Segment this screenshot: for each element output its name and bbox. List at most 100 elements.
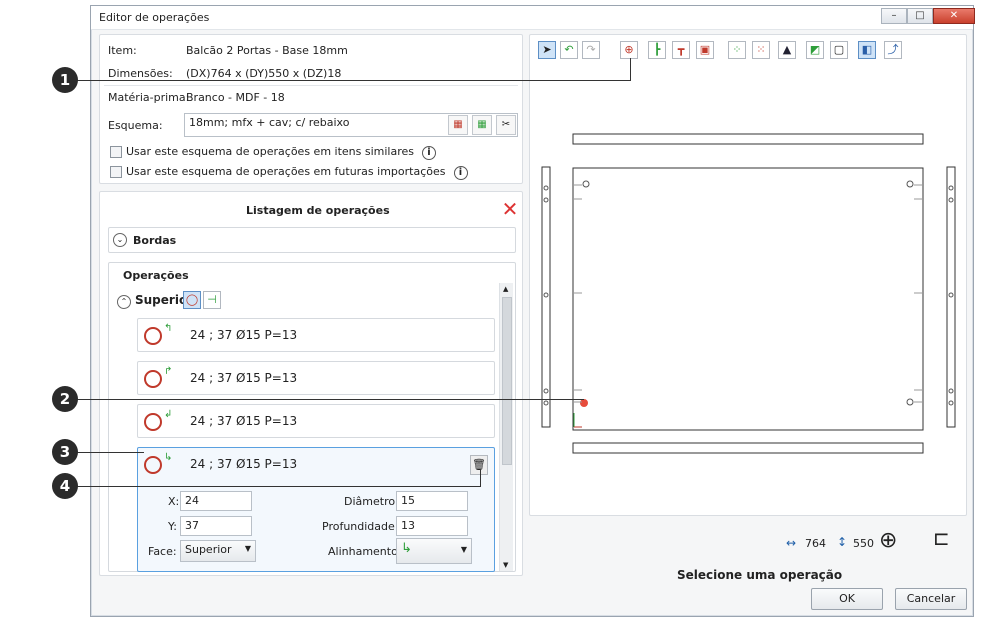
status-text: Selecione uma operação [677,568,843,582]
item-value: Balcão 2 Portas - Base 18mm [186,44,348,57]
editor-window: Editor de operações – □ ✕ Item: Balcão 2… [90,5,975,617]
callout-4: 4 [52,473,78,499]
schema-add-icon[interactable]: ▦ [472,115,492,135]
canvas-panel: ➤ ↶ ↷ ⊕ ┣ ┳ ▣ ⁘ ⁙ ▲ ◩ ▢ ◧ ⤴ [529,34,967,516]
face-select[interactable]: Superior ▼ [180,540,256,562]
info-icon[interactable]: i [453,166,468,180]
diameter-value: 15 [401,494,415,507]
add-hole-icon[interactable]: ◯ [183,291,201,309]
hole-icon [144,370,162,388]
schema-label: Esquema: [108,119,163,132]
scrollbar[interactable]: ▲ ▼ [499,283,513,571]
face-label: Face: [148,545,177,558]
dy-value: 550 [853,537,874,550]
y-value: 37 [185,519,199,532]
diameter-label: Diâmetro: [344,495,399,508]
ok-button[interactable]: OK [811,588,883,610]
op-text: 24 ; 37 Ø15 P=13 [190,414,298,428]
callout-line [480,470,481,486]
bordas-label: Bordas [133,234,177,247]
bottom-edge-strip [572,442,924,454]
dimensions-value: (DX)764 x (DY)550 x (DZ)18 [186,67,342,80]
info-panel: Item: Balcão 2 Portas - Base 18mm Dimens… [99,34,523,184]
schema-unlink-icon[interactable]: ✂ [496,115,516,135]
main-panel [572,167,924,431]
depth-value: 13 [401,519,415,532]
callout-line [76,399,584,400]
operations-panel: Listagem de operações ✕ ⌄ Bordas Operaçõ… [99,191,523,576]
item-label: Item: [108,44,137,57]
callout-line [630,58,631,80]
scroll-thumb[interactable] [502,297,512,465]
check-future-box[interactable] [110,166,122,178]
schema-import-icon[interactable]: ▦ [448,115,468,135]
width-arrow-icon: ↔ [786,536,797,550]
op-text: 24 ; 37 Ø15 P=13 [190,328,298,342]
list-title: Listagem de operações [246,204,390,217]
list-item[interactable]: ↰ 24 ; 37 Ø15 P=13 [137,318,495,352]
check-similar-row[interactable]: Usar este esquema de operações em itens … [110,145,437,160]
list-item-selected[interactable]: ↳ 24 ; 37 Ø15 P=13 🗑 X: 24 Y: 37 Face: S… [137,447,495,572]
hole-icon [144,456,162,474]
callout-line [76,452,144,453]
callout-1: 1 [52,67,78,93]
callout-3: 3 [52,439,78,465]
chevron-up-icon[interactable]: ⌃ [117,295,131,309]
alignment-label: Alinhamento: [328,545,402,558]
selected-hole-mark [580,399,588,407]
hole-icon [144,413,162,431]
add-groove-icon[interactable]: ⊣ [203,291,221,309]
window-title: Editor de operações [99,11,210,24]
align-icon: ↲ [164,409,173,420]
chevron-down-icon[interactable]: ⌄ [113,233,127,247]
x-input[interactable]: 24 [180,491,252,511]
minimize-button[interactable]: – [881,8,907,24]
operacoes-section: Operações ⌃ Superior ◯ ⊣ ↰ 24 ; 37 Ø15 P… [108,262,516,572]
callout-2: 2 [52,386,78,412]
dropdown-arrow-icon: ▼ [460,545,467,554]
alignment-icon: ↳ [401,541,412,556]
dx-value: 764 [805,537,826,550]
callout-line [76,486,481,487]
scroll-up-icon[interactable]: ▲ [503,285,508,293]
info-icon[interactable]: i [422,146,437,160]
close-button[interactable]: ✕ [933,8,975,24]
trash-icon[interactable]: 🗑 [470,455,488,475]
perspective-icon[interactable]: ⊏ [933,526,950,550]
crosshair-icon[interactable]: ⊕ [879,528,897,553]
material-label: Matéria-prima: [108,91,190,104]
align-icon: ↳ [164,452,173,463]
scroll-down-icon[interactable]: ▼ [503,561,508,569]
callout-line [76,80,631,81]
face-value: Superior [185,543,232,556]
title-bar: Editor de operações – □ ✕ [91,6,975,30]
list-item[interactable]: ↱ 24 ; 37 Ø15 P=13 [137,361,495,395]
dimensions-label: Dimensões: [108,67,173,80]
y-input[interactable]: 37 [180,516,252,536]
alignment-select[interactable]: ↳ ▼ [396,538,472,564]
panel-drawing [541,133,956,454]
operacoes-label: Operações [123,269,189,282]
material-value: Branco - MDF - 18 [186,91,285,104]
check-similar-label: Usar este esquema de operações em itens … [126,145,415,158]
top-edge-strip [572,133,924,145]
check-future-label: Usar este esquema de operações em futura… [126,165,446,178]
delete-all-icon[interactable]: ✕ [500,199,520,220]
align-icon: ↰ [164,323,173,334]
op-text: 24 ; 37 Ø15 P=13 [190,371,298,385]
depth-input[interactable]: 13 [396,516,468,536]
maximize-button[interactable]: □ [907,8,933,24]
y-label: Y: [168,520,177,533]
depth-label: Profundidade: [322,520,399,533]
check-future-row[interactable]: Usar este esquema de operações em futura… [110,165,468,180]
height-arrow-icon: ↕ [837,535,848,549]
cancel-button[interactable]: Cancelar [895,588,967,610]
check-similar-box[interactable] [110,146,122,158]
list-item[interactable]: ↲ 24 ; 37 Ø15 P=13 [137,404,495,438]
hole-icon [144,327,162,345]
x-label: X: [168,495,180,508]
align-icon: ↱ [164,366,173,377]
bordas-section[interactable]: ⌄ Bordas [108,227,516,253]
x-value: 24 [185,494,199,507]
diameter-input[interactable]: 15 [396,491,468,511]
